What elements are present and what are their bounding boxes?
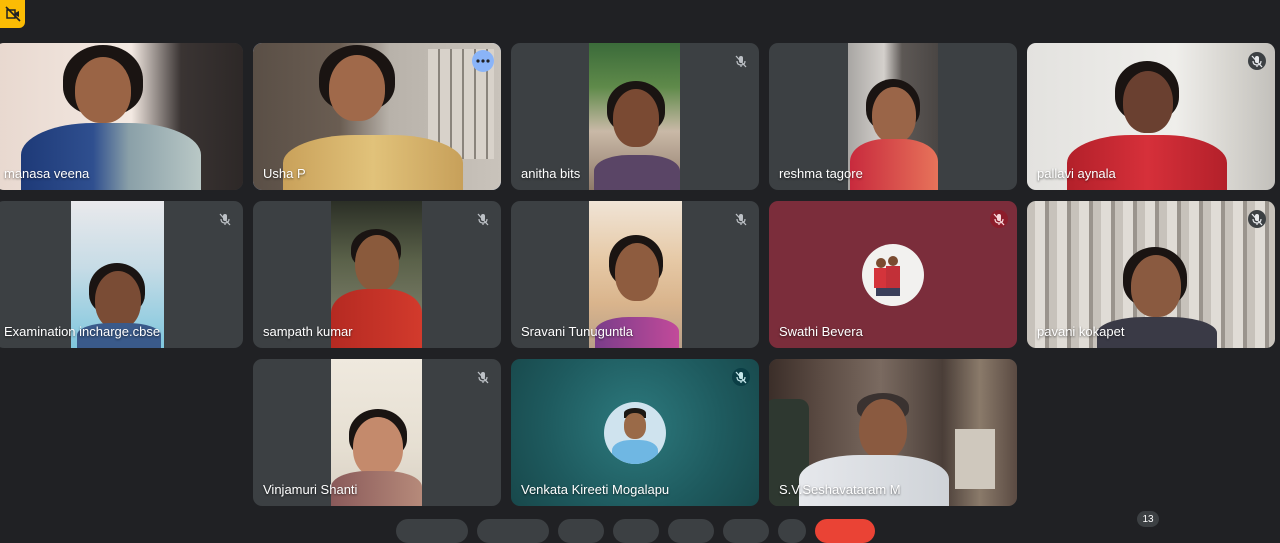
mic-off-indicator <box>474 368 492 386</box>
participant-tile-anitha-bits[interactable]: anitha bits <box>511 43 759 190</box>
participant-name: Examination incharge.cbse <box>4 324 161 339</box>
more-options-toolbar-button[interactable] <box>778 519 806 543</box>
participant-name: S.V.Seshavataram M <box>779 482 901 497</box>
mic-off-indicator <box>1248 52 1266 70</box>
participant-tile-pallavi-aynala[interactable]: pallavi aynala <box>1027 43 1275 190</box>
participant-tile-swathi-bevera[interactable]: Swathi Bevera <box>769 201 1017 348</box>
mic-off-indicator <box>1248 210 1266 228</box>
participant-tile-examination-incharge[interactable]: Examination incharge.cbse <box>0 201 243 348</box>
participant-name: Sravani Tunuguntla <box>521 324 634 339</box>
mic-toggle-button[interactable] <box>396 519 468 543</box>
avatar-signature <box>902 256 920 290</box>
participant-avatar <box>604 401 666 464</box>
more-options-icon <box>476 59 490 63</box>
mic-off-icon <box>477 213 489 225</box>
reactions-button[interactable] <box>723 519 769 543</box>
participant-name: sampath kumar <box>263 324 353 339</box>
mic-off-icon <box>993 213 1005 225</box>
mic-off-icon <box>1251 213 1263 225</box>
participant-count-badge[interactable]: 13 <box>1137 511 1159 527</box>
participant-tile-sravani-tunuguntla[interactable]: Sravani Tunuguntla <box>511 201 759 348</box>
more-options-button[interactable] <box>472 50 494 72</box>
participant-name: reshma tagore <box>779 166 863 181</box>
camera-toggle-button[interactable] <box>477 519 549 543</box>
participant-tile-usha-p[interactable]: Usha P <box>253 43 501 190</box>
no-camera-icon <box>4 6 21 22</box>
mic-off-icon <box>1251 55 1263 67</box>
mic-off-indicator <box>216 210 234 228</box>
captions-button[interactable] <box>558 519 604 543</box>
participant-tile-sv-seshavataram[interactable]: S.V.Seshavataram M <box>769 359 1017 506</box>
participant-name: manasa veena <box>4 166 90 181</box>
mic-off-icon <box>477 371 489 383</box>
present-button[interactable] <box>668 519 714 543</box>
mic-off-indicator <box>732 368 750 386</box>
mic-off-indicator <box>474 210 492 228</box>
participant-name: pallavi aynala <box>1037 166 1116 181</box>
leave-call-button[interactable] <box>815 519 875 543</box>
participant-name: Swathi Bevera <box>779 324 863 339</box>
participant-name: anitha bits <box>521 166 581 181</box>
mic-off-indicator <box>732 210 750 228</box>
participant-tile-pavani-kokapet[interactable]: pavani kokapet <box>1027 201 1275 348</box>
participant-name: pavani kokapet <box>1037 324 1125 339</box>
participant-tile-sampath-kumar[interactable]: sampath kumar <box>253 201 501 348</box>
mic-off-icon <box>735 55 747 67</box>
participant-tile-reshma-tagore[interactable]: reshma tagore <box>769 43 1017 190</box>
participant-avatar <box>862 243 924 306</box>
participant-tile-vinjamuri-shanti[interactable]: Vinjamuri Shanti <box>253 359 501 506</box>
participant-tile-manasa-veena[interactable]: manasa veena <box>0 43 243 190</box>
participant-tile-venkata-kireeti-mogalapu[interactable]: Venkata Kireeti Mogalapu <box>511 359 759 506</box>
participant-name: Vinjamuri Shanti <box>263 482 358 497</box>
participant-video <box>589 43 680 190</box>
mic-off-icon <box>735 213 747 225</box>
participant-name: Usha P <box>263 166 306 181</box>
mic-off-icon <box>219 213 231 225</box>
raise-hand-button[interactable] <box>613 519 659 543</box>
mic-off-icon <box>735 371 747 383</box>
mic-off-indicator <box>990 210 1008 228</box>
camera-off-warning-badge[interactable] <box>0 0 25 28</box>
mic-off-indicator <box>732 52 750 70</box>
participant-name: Venkata Kireeti Mogalapu <box>521 482 670 497</box>
